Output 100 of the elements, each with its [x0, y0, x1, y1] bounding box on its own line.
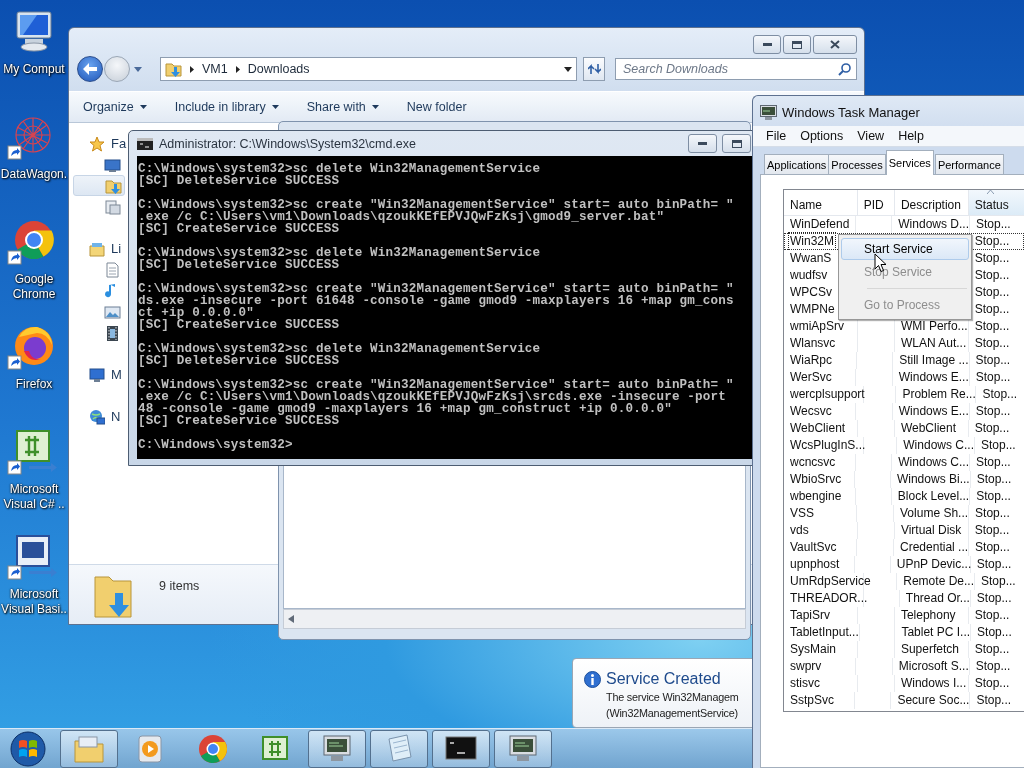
console-line: C:\Windows\system32>sc create "Win32ManagementService" start= auto binPath= ": [138, 283, 735, 295]
table-cell: Stop...: [974, 421, 1010, 435]
console-line: C:\Windows\system32>: [138, 439, 294, 451]
menu-item[interactable]: File: [766, 129, 787, 143]
table-cell: upnphost: [790, 557, 840, 571]
maximize-button[interactable]: [722, 134, 751, 153]
taskbar-button[interactable]: [432, 729, 490, 768]
table-cell: Windows C...: [898, 455, 969, 469]
nav-item[interactable]: N: [111, 409, 121, 424]
desktop-icon-label[interactable]: My Comput: [0, 62, 68, 77]
back-button[interactable]: [77, 56, 103, 82]
item-count: 9 items: [159, 579, 200, 595]
maximize-button[interactable]: [783, 35, 811, 54]
close-button[interactable]: [813, 35, 857, 54]
table-cell: Microsoft S...: [898, 659, 969, 673]
console-line: [SC] DeleteService SUCCESS: [138, 355, 341, 367]
table-cell: Stop...: [976, 557, 1012, 571]
desktop-icon-label[interactable]: Firefox: [0, 377, 68, 392]
column-header[interactable]: Status: [968, 190, 1024, 215]
table-cell: Stop...: [974, 523, 1010, 537]
caret-icon: [564, 66, 572, 72]
table-cell: Stop...: [976, 455, 1011, 469]
taskbar-button[interactable]: [494, 729, 552, 768]
toolbar-button[interactable]: Organize: [83, 100, 147, 114]
table-cell: vds: [790, 523, 809, 537]
close-icon: [830, 40, 840, 49]
minimize-button[interactable]: [688, 134, 717, 153]
horizontal-scrollbar[interactable]: [283, 609, 746, 629]
table-cell: TabletInput...: [790, 625, 859, 639]
desktop-icon-label[interactable]: Google Chrome: [0, 272, 68, 302]
breadcrumb-arrow-icon: [190, 65, 194, 73]
maximize-icon: [792, 40, 802, 49]
tab[interactable]: Processes: [828, 154, 886, 175]
table-cell: Remote De...: [903, 574, 974, 588]
table-cell: Stop...: [977, 625, 1012, 639]
table-cell: Credential ...: [900, 540, 969, 554]
table-cell: SysMain: [790, 642, 836, 656]
info-icon: [584, 671, 601, 688]
table-cell: WPCSv: [790, 285, 832, 299]
nav-item[interactable]: Fa: [111, 136, 127, 151]
table-cell: Stop...: [976, 489, 1011, 503]
nav-item[interactable]: M: [111, 367, 122, 382]
console-line: [SC] CreateService SUCCESS: [138, 415, 340, 427]
menu-item[interactable]: Start Service: [841, 238, 969, 260]
refresh-button[interactable]: [583, 57, 605, 81]
tab[interactable]: Performance: [934, 154, 1004, 175]
table-cell: WbioSrvc: [790, 472, 842, 486]
search-field[interactable]: Search Downloads: [615, 58, 857, 80]
table-cell: Stop...: [974, 642, 1010, 656]
left-arrow-icon: [83, 63, 97, 75]
nav-item[interactable]: Li: [111, 241, 122, 256]
left-arrow-icon: [288, 615, 294, 623]
table-cell: Stop...: [975, 353, 1011, 367]
table-cell: Still Image ...: [899, 353, 969, 367]
table-cell: Volume Sh...: [900, 506, 969, 520]
minimize-button[interactable]: [753, 35, 781, 54]
table-cell: Stop...: [975, 506, 1010, 520]
toolbar-button[interactable]: New folder: [406, 100, 467, 114]
address-bar[interactable]: VM1 Downloads: [160, 57, 577, 81]
column-header[interactable]: Name: [784, 190, 858, 215]
console-line: C:\Windows\system32>sc create "Win32ManagementService" start= auto binPath= ": [138, 379, 735, 391]
menu-item[interactable]: View: [857, 129, 885, 143]
taskbar-button[interactable]: [308, 729, 366, 768]
favorites-icon: [89, 135, 105, 152]
desktop-icon-label[interactable]: Microsoft Visual C# ..: [0, 482, 68, 512]
libraries-icon: [89, 240, 105, 257]
desktop-icon-label[interactable]: DataWagon.: [0, 167, 68, 182]
table-cell: Stop...: [976, 472, 1012, 486]
table-cell: Stop...: [981, 438, 1016, 452]
table-cell: Stop...: [974, 268, 1010, 282]
toolbar-button[interactable]: Include in library: [174, 100, 279, 114]
documents-icon: [104, 261, 121, 278]
search-icon: [838, 63, 851, 76]
table-cell: Stop...: [974, 285, 1010, 299]
table-cell: Stop...: [981, 574, 1016, 588]
toolbar-button[interactable]: Share with: [306, 100, 379, 114]
table-cell: Tablet PC I...: [901, 625, 971, 639]
column-header[interactable]: PID: [857, 190, 895, 215]
menu-item[interactable]: Help: [898, 129, 924, 143]
tab[interactable]: Services: [885, 150, 934, 175]
console-line: [SC] DeleteService SUCCESS: [138, 259, 341, 271]
downloads-icon: [105, 177, 122, 194]
console-icon: [137, 137, 153, 150]
table-cell: Wlansvc: [790, 336, 836, 350]
breadcrumb-item[interactable]: VM1: [202, 62, 228, 76]
console-line: C:\Windows\system32>sc delete Win32ManagementService: [138, 163, 542, 175]
column-header[interactable]: Description: [894, 190, 969, 215]
nav-selection-highlight[interactable]: [73, 175, 125, 196]
monitor-icon: [760, 104, 777, 120]
network-icon: [89, 408, 105, 425]
breadcrumb-item[interactable]: Downloads: [247, 62, 310, 76]
notification-text: The service Win32Managem: [606, 690, 739, 705]
table-cell: WLAN Aut...: [900, 336, 967, 350]
start-button[interactable]: [8, 729, 48, 768]
start-orb-icon: [10, 730, 46, 767]
console-line: ct +ip 0.0.0.0": [138, 307, 255, 319]
menu-item[interactable]: Options: [800, 129, 844, 143]
desktop-icon: [104, 156, 121, 173]
table-cell: SstpSvc: [790, 693, 834, 707]
computer-icon: [89, 366, 105, 383]
